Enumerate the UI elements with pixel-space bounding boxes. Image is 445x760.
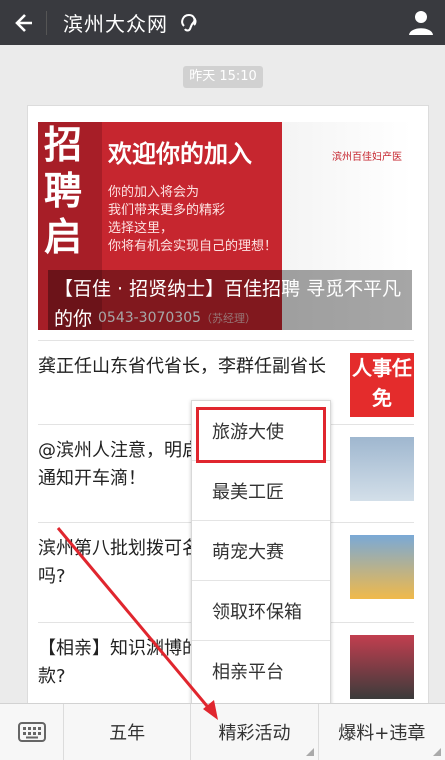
keyboard-icon <box>17 722 46 742</box>
menu-item-craftsman[interactable]: 最美工匠 <box>192 461 330 521</box>
keyboard-toggle-button[interactable] <box>0 704 64 760</box>
article-thumbnail <box>350 437 414 501</box>
banner-welcome: 欢迎你的加入 <box>108 140 252 168</box>
menu-item-dating[interactable]: 相亲平台 <box>192 641 330 701</box>
popup-menu: 旅游大使 最美工匠 萌宠大赛 领取环保箱 相亲平台 <box>191 400 331 707</box>
article-thumbnail <box>350 535 414 599</box>
banner-lines: 你的加入将会为 我们带来更多的精彩 选择这里， 你将有机会实现自己的理想！ <box>108 185 278 254</box>
timestamp: 昨天 15:10 <box>183 66 263 88</box>
user-icon[interactable] <box>407 8 435 36</box>
article-thumbnail: 人事任免 <box>350 353 414 417</box>
menu-item-eco-box[interactable]: 领取环保箱 <box>192 581 330 641</box>
menu-item-pet-contest[interactable]: 萌宠大赛 <box>192 521 330 581</box>
article-title: 龚正任山东省代省长，李群任副省长 <box>38 356 326 377</box>
bottom-menu-bar: 五年 精彩活动 爆料+违章 <box>0 703 445 760</box>
back-button[interactable] <box>0 0 46 45</box>
submenu-indicator-icon <box>432 748 441 756</box>
tab-report[interactable]: 爆料+违章 <box>319 704 445 760</box>
ear-icon[interactable] <box>178 12 200 34</box>
chat-title: 滨州大众网 <box>63 12 168 36</box>
tab-activities[interactable]: 精彩活动 <box>191 704 319 760</box>
article-thumbnail <box>350 635 414 699</box>
header-divider <box>46 10 47 35</box>
highlight-box <box>196 407 326 463</box>
submenu-indicator-icon <box>305 748 314 756</box>
tab-five-years[interactable]: 五年 <box>64 704 192 760</box>
back-arrow-icon <box>15 13 32 32</box>
top-bar: 滨州大众网 <box>0 0 445 45</box>
banner-caption[interactable]: 【百佳 · 招贤纳士】百佳招聘 寻觅不平凡的你 <box>48 270 412 330</box>
banner-image[interactable]: 招聘启 欢迎你的加入 你的加入将会为 我们带来更多的精彩 选择这里， 你将有机会… <box>38 122 412 330</box>
banner-logo: 滨州百佳妇产医 <box>332 152 402 163</box>
